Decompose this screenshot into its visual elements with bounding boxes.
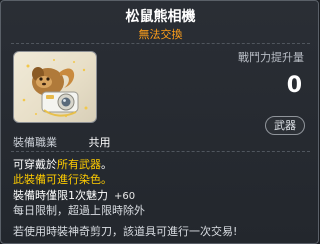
charm-bonus: +60 — [114, 191, 136, 202]
job-row: 裝備職業 共用 — [13, 134, 111, 150]
divider — [11, 43, 310, 44]
item-tooltip: 松鼠熊相機 無法交換 戰鬥力提升量 0 武器 裝備職業 共用 可穿戴於所有武器。… — [0, 0, 319, 244]
charm-info: 裝備時僅限1次魅力 +60 — [13, 187, 135, 203]
job-value: 共用 — [88, 136, 111, 149]
wearable-highlight: 所有武器 — [57, 158, 101, 171]
trade-status: 無法交換 — [138, 28, 183, 41]
charm-text: 裝備時僅限1次魅力 — [13, 189, 108, 202]
wearable-info: 可穿戴於所有武器。 — [13, 156, 112, 172]
divider — [11, 151, 310, 152]
power-increase-value: 0 — [286, 73, 302, 98]
squirrel-bear-camera-icon — [22, 59, 88, 118]
power-increase-label: 戰鬥力提升量 — [238, 51, 304, 64]
scissors-trade-info: 若使用時裝神奇剪刀，該道具可進行一次交易! — [13, 225, 238, 238]
dye-info: 此裝備可進行染色。 — [13, 173, 112, 186]
category-badge: 武器 — [265, 116, 305, 135]
wearable-prefix: 可穿戴於 — [13, 158, 57, 171]
item-icon-frame — [13, 51, 97, 123]
daily-limit-info: 每日限制，超過上限時除外 — [13, 204, 145, 217]
job-label: 裝備職業 — [13, 136, 57, 149]
wearable-suffix: 。 — [101, 158, 112, 171]
item-name: 松鼠熊相機 — [125, 9, 196, 25]
